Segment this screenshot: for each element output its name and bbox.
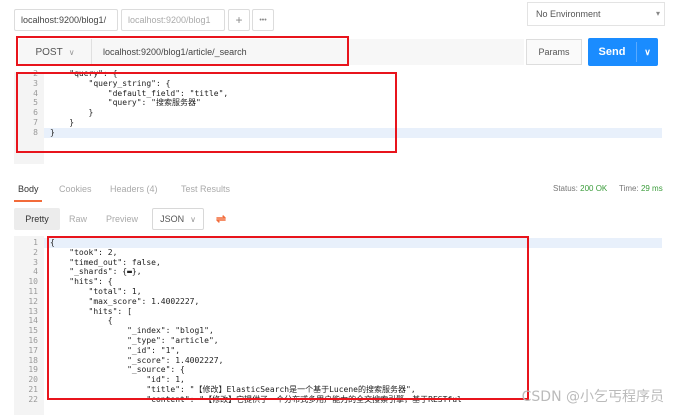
line-number: 17 xyxy=(28,345,38,355)
new-tab-button[interactable]: + xyxy=(228,9,250,31)
more-icon: ••• xyxy=(259,16,267,24)
line-number: 15 xyxy=(28,326,38,336)
chevron-down-icon: ▾ xyxy=(655,9,660,18)
status-value: 200 OK xyxy=(580,184,608,193)
line-number: 18 xyxy=(28,355,38,365)
line-number: 16 xyxy=(28,336,38,345)
tab-label: localhost:9200/blog1/ xyxy=(21,15,107,25)
status-label: Status: xyxy=(553,184,578,193)
line-number: 3 xyxy=(33,257,38,267)
tab-test-results[interactable]: Test Results xyxy=(181,184,230,194)
active-tab-underline xyxy=(14,200,42,202)
line-number: 19 xyxy=(28,365,38,375)
pretty-button[interactable]: Pretty xyxy=(14,208,60,230)
wrap-lines-button[interactable]: ⇌ xyxy=(210,208,232,230)
format-label: JSON xyxy=(160,214,185,224)
line-number: 12 xyxy=(28,296,38,306)
tab-label: localhost:9200/blog1 xyxy=(128,15,211,25)
line-number: 10 xyxy=(28,277,38,287)
line-number: 20 xyxy=(28,375,38,385)
request-tab-inactive[interactable]: localhost:9200/blog1 xyxy=(121,9,225,31)
watermark: CSDN @小乞丐程序员 xyxy=(521,389,664,405)
line-number: 22 xyxy=(28,394,38,404)
line-number: 1 xyxy=(33,238,38,247)
send-label: Send xyxy=(598,46,626,58)
plus-icon: + xyxy=(235,13,243,27)
time-readout: Time: 29 ms xyxy=(619,184,663,193)
wrap-lines-icon: ⇌ xyxy=(215,212,227,226)
raw-button[interactable]: Raw xyxy=(62,208,94,230)
send-button[interactable]: Send ∨ xyxy=(588,38,658,66)
request-tab-active[interactable]: localhost:9200/blog1/ xyxy=(14,9,118,31)
annotation-box-request xyxy=(16,36,349,66)
line-number: 21 xyxy=(28,385,38,394)
params-label: Params xyxy=(538,47,570,57)
line-number: 2 xyxy=(33,247,38,257)
line-number: 11 xyxy=(28,287,38,296)
params-button[interactable]: Params xyxy=(526,39,582,65)
chevron-down-icon: ∨ xyxy=(190,214,196,224)
line-number: 13 xyxy=(28,306,38,316)
annotation-box-response xyxy=(47,236,529,400)
headers-label: Headers (4) xyxy=(110,184,158,194)
more-tabs-button[interactable]: ••• xyxy=(252,9,274,31)
environment-select[interactable]: No Environment ▾ xyxy=(527,2,665,26)
tab-headers[interactable]: Headers (4) xyxy=(110,184,158,194)
tab-cookies[interactable]: Cookies xyxy=(59,184,92,194)
time-value: 29 ms xyxy=(640,184,663,193)
tab-body[interactable]: Body xyxy=(18,184,39,194)
line-number: 14 xyxy=(28,316,38,326)
format-select[interactable]: JSON ∨ xyxy=(152,208,204,230)
annotation-box-query xyxy=(16,72,397,153)
time-label: Time: xyxy=(619,184,639,193)
preview-button[interactable]: Preview xyxy=(98,208,146,230)
line-number: 4 xyxy=(33,267,38,277)
chevron-down-icon[interactable]: ∨ xyxy=(637,47,658,58)
environment-label: No Environment xyxy=(536,9,601,19)
status-readout: Status: 200 OK xyxy=(553,184,607,193)
